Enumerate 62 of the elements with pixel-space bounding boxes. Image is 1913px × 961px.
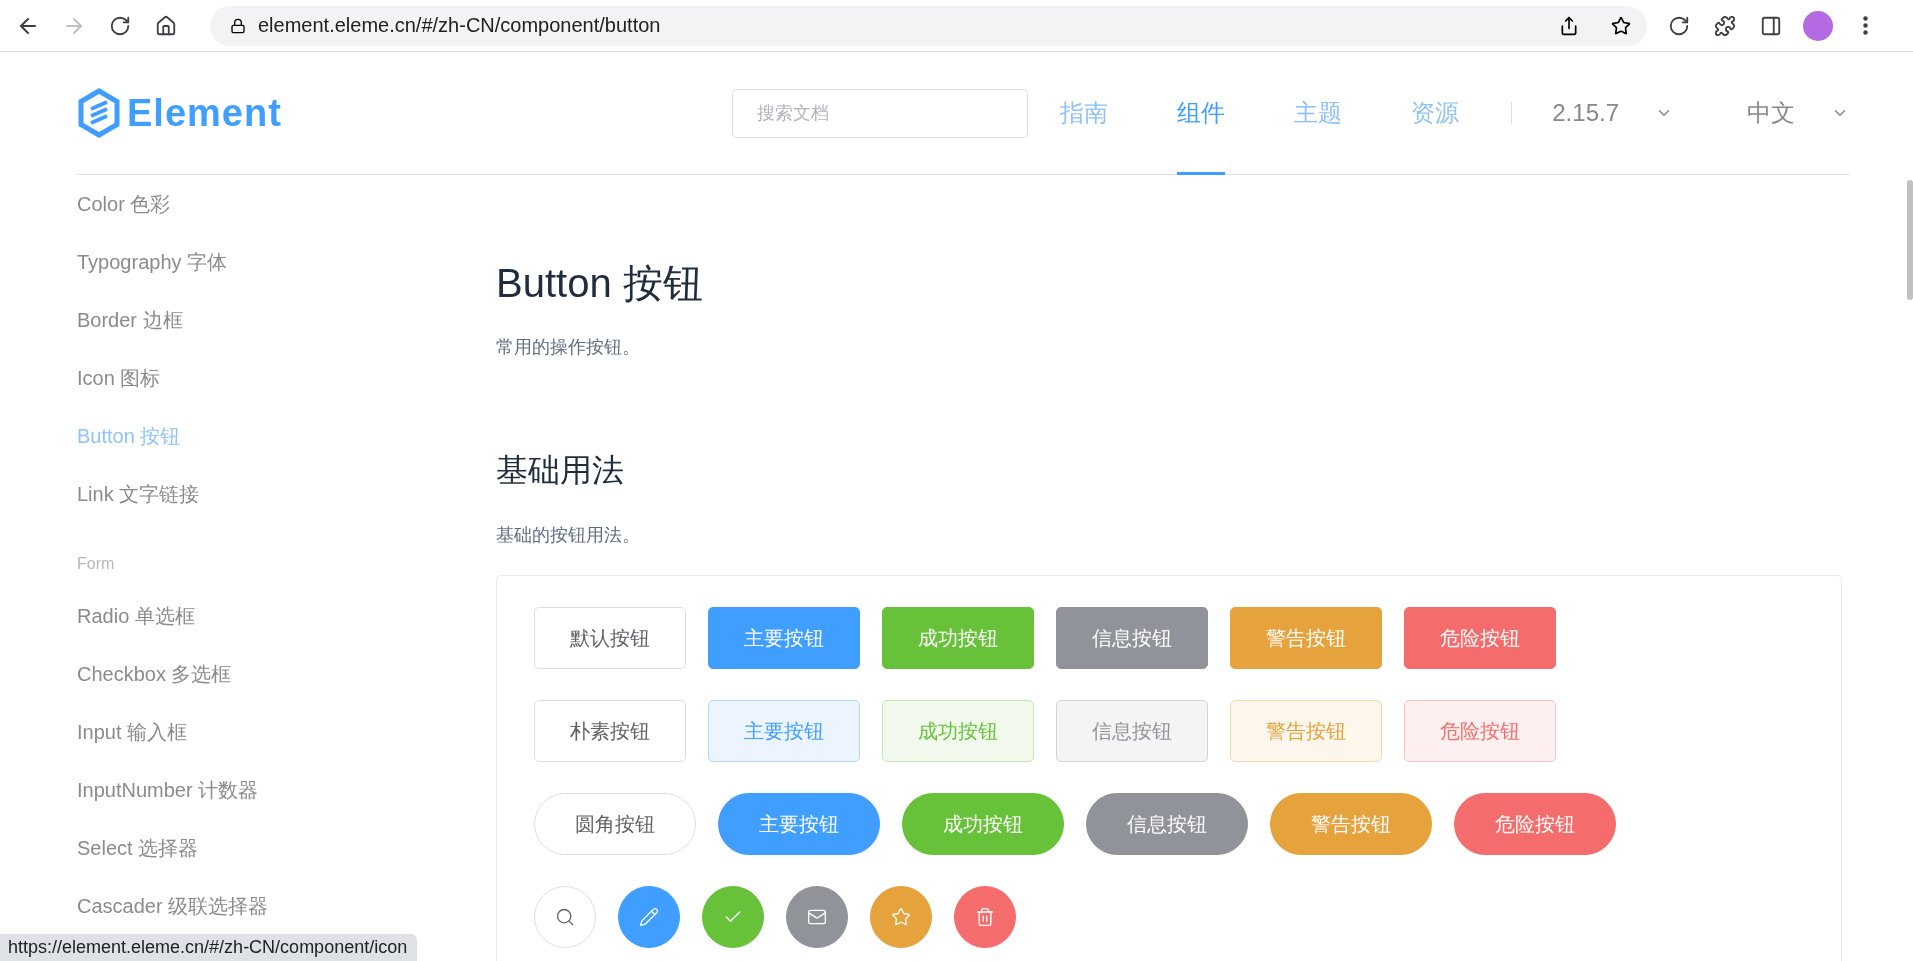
- address-bar[interactable]: element.eleme.cn/#/zh-CN/component/button: [210, 5, 1647, 46]
- more-icon: [1862, 16, 1868, 35]
- demo-button[interactable]: 警告按钮: [1230, 700, 1382, 762]
- demo-button[interactable]: 成功按钮: [902, 793, 1064, 855]
- section-title: 基础用法: [496, 451, 624, 490]
- nav-tab[interactable]: 资源: [1411, 51, 1460, 175]
- sidebar-item[interactable]: Input 输入框: [77, 703, 496, 761]
- status-url: https://element.eleme.cn/#/zh-CN/component/icon: [0, 934, 418, 961]
- sidebar-item[interactable]: Icon 图标: [77, 349, 496, 407]
- sidebar-item[interactable]: Color 色彩: [77, 175, 496, 233]
- demo-button[interactable]: 警告按钮: [1230, 607, 1382, 669]
- star-icon[interactable]: [1611, 15, 1631, 36]
- demo-button[interactable]: 信息按钮: [1056, 607, 1208, 669]
- nav-tab[interactable]: 指南: [1060, 51, 1109, 175]
- sidebar-item[interactable]: Select 选择器: [77, 819, 496, 877]
- section-description: 基础的按钮用法。: [496, 524, 640, 547]
- demo-button[interactable]: 主要按钮: [718, 793, 880, 855]
- element-logo[interactable]: Element: [77, 88, 282, 138]
- version-dropdown[interactable]: 2.15.7: [1552, 99, 1673, 127]
- home-icon: [155, 14, 177, 37]
- demo-button[interactable]: 默认按钮: [534, 607, 686, 669]
- star-icon: [891, 907, 911, 927]
- side-panel-icon: [1760, 14, 1782, 37]
- language-dropdown[interactable]: 中文: [1747, 97, 1849, 129]
- demo-button[interactable]: 成功按钮: [882, 700, 1034, 762]
- demo-button[interactable]: 成功按钮: [882, 607, 1034, 669]
- puzzle-icon: [1714, 14, 1736, 37]
- search-field[interactable]: 搜索文档: [732, 88, 1029, 138]
- demo-button[interactable]: 信息按钮: [1086, 793, 1248, 855]
- sidebar-item[interactable]: Button 按钮: [77, 407, 496, 465]
- demo-button[interactable]: 信息按钮: [1056, 700, 1208, 762]
- reload-icon: [109, 14, 131, 37]
- page-description: 常用的操作按钮。: [496, 336, 640, 359]
- demo-button[interactable]: 危险按钮: [1454, 793, 1616, 855]
- circular-arrow-icon: [1668, 14, 1690, 37]
- demo-button[interactable]: 警告按钮: [1270, 793, 1432, 855]
- sidebar-item[interactable]: Checkbox 多选框: [77, 645, 496, 703]
- page-title: Button 按钮: [496, 260, 703, 307]
- demo-button[interactable]: 主要按钮: [708, 607, 860, 669]
- nav-tab[interactable]: 主题: [1294, 51, 1343, 175]
- mail-icon: [807, 907, 827, 927]
- pencil-icon: [639, 907, 659, 927]
- url-text: element.eleme.cn/#/zh-CN/component/button: [258, 14, 662, 37]
- sidebar-group-label: Form: [77, 554, 116, 574]
- sidebar-item[interactable]: Link 文字链接: [77, 465, 496, 523]
- demo-button[interactable]: 圆角按钮: [534, 793, 696, 855]
- sidebar-item[interactable]: Typography 字体: [77, 233, 496, 291]
- scrollbar-thumb[interactable]: [1907, 180, 1913, 300]
- search-icon: [555, 907, 575, 927]
- sidebar-item[interactable]: InputNumber 计数器: [77, 761, 496, 819]
- demo-button[interactable]: 危险按钮: [1404, 607, 1556, 669]
- demo-button[interactable]: 朴素按钮: [534, 700, 686, 762]
- nav-tab[interactable]: 组件: [1177, 51, 1226, 175]
- sidebar-item[interactable]: Border 边框: [77, 291, 496, 349]
- sidebar-item[interactable]: Cascader 级联选择器: [77, 877, 496, 935]
- avatar-icon[interactable]: [1803, 10, 1833, 41]
- demo-button[interactable]: 危险按钮: [1404, 700, 1556, 762]
- sidebar-item[interactable]: Radio 单选框: [77, 587, 496, 645]
- trash-icon: [975, 907, 995, 927]
- lock-icon: [230, 17, 246, 34]
- demo-button[interactable]: 主要按钮: [708, 700, 860, 762]
- share-icon[interactable]: [1559, 15, 1579, 36]
